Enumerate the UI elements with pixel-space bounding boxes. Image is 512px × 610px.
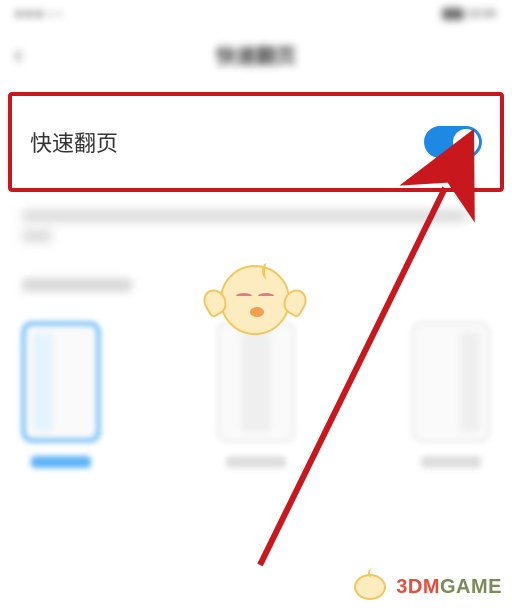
page-turn-options	[22, 322, 490, 468]
option-2[interactable]	[217, 322, 295, 468]
option-1[interactable]	[22, 322, 100, 468]
option-3[interactable]	[412, 322, 490, 468]
status-bar: 10:00	[0, 0, 512, 28]
watermark: 3DMGAME	[350, 572, 502, 602]
watermark-mascot-icon	[350, 572, 390, 602]
header: ‹ 快速翻页	[0, 28, 512, 80]
toggle-knob	[453, 129, 479, 155]
setting-label-quick-page-turn: 快速翻页	[30, 126, 118, 158]
page-title: 快速翻页	[216, 40, 296, 69]
section-label-page-turn-mode	[22, 278, 132, 292]
annotation-highlight-box: 快速翻页	[8, 92, 504, 192]
status-time: 10:00	[468, 8, 496, 20]
watermark-text: 3DMGAME	[396, 576, 502, 599]
back-icon[interactable]: ‹	[14, 39, 23, 70]
setting-description	[22, 210, 490, 248]
toggle-quick-page-turn[interactable]	[424, 126, 482, 158]
